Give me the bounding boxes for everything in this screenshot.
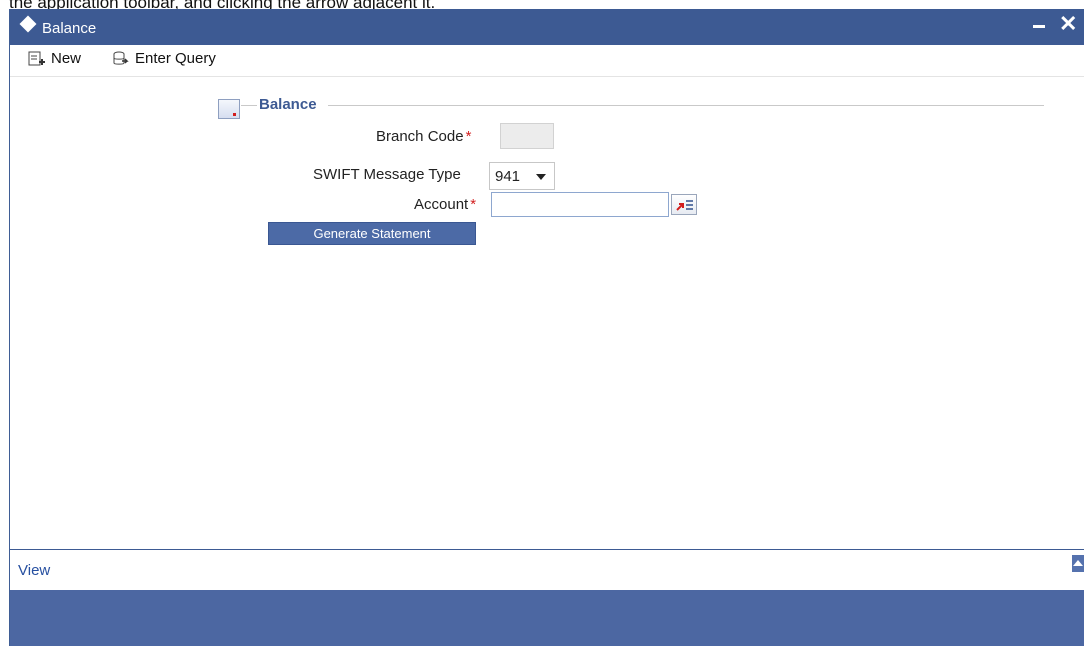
generate-statement-button[interactable]: Generate Statement bbox=[268, 222, 476, 245]
new-document-icon bbox=[28, 51, 45, 65]
account-label: Account * bbox=[414, 196, 476, 213]
branch-code-field[interactable] bbox=[500, 123, 554, 149]
swift-message-type-label: SWIFT Message Type bbox=[313, 166, 461, 183]
form-content: Balance Branch Code * SWIFT Message Type … bbox=[10, 78, 1084, 549]
branch-code-required-marker: * bbox=[465, 128, 472, 145]
account-required-marker: * bbox=[470, 196, 477, 213]
section-divider-left bbox=[241, 105, 257, 106]
window-title: Balance bbox=[42, 20, 97, 37]
footer-panel bbox=[10, 590, 1084, 646]
section-divider bbox=[328, 105, 1044, 106]
close-icon[interactable]: ✕ bbox=[1059, 11, 1077, 37]
new-label: New bbox=[51, 50, 82, 67]
list-of-values-icon bbox=[676, 200, 693, 211]
account-lov-button[interactable] bbox=[671, 194, 697, 215]
swift-message-type-select[interactable]: 941 bbox=[489, 162, 555, 190]
section-collapse-icon[interactable] bbox=[218, 99, 240, 119]
title-bar[interactable]: Balance ✕ bbox=[10, 9, 1084, 45]
enter-query-icon bbox=[113, 51, 129, 65]
enter-query-label: Enter Query bbox=[135, 50, 216, 67]
branch-code-label: Branch Code * bbox=[376, 128, 471, 145]
account-label-text: Account bbox=[414, 196, 469, 213]
branch-code-label-text: Branch Code bbox=[376, 128, 464, 145]
balance-window: Balance ✕ New Enter Query Balance Branch… bbox=[9, 9, 1084, 646]
footer-bar: View bbox=[10, 549, 1084, 589]
minimize-icon[interactable] bbox=[1033, 25, 1045, 28]
diamond-icon bbox=[19, 15, 37, 33]
scroll-up-icon[interactable] bbox=[1072, 555, 1084, 572]
section-title: Balance bbox=[259, 96, 317, 113]
account-field[interactable] bbox=[491, 192, 669, 217]
toolbar: New Enter Query bbox=[10, 45, 1084, 77]
new-button[interactable]: New bbox=[28, 50, 81, 67]
chevron-down-icon bbox=[536, 174, 546, 180]
view-link[interactable]: View bbox=[18, 562, 50, 579]
swift-message-type-value: 941 bbox=[495, 167, 521, 185]
enter-query-button[interactable]: Enter Query bbox=[112, 50, 216, 67]
